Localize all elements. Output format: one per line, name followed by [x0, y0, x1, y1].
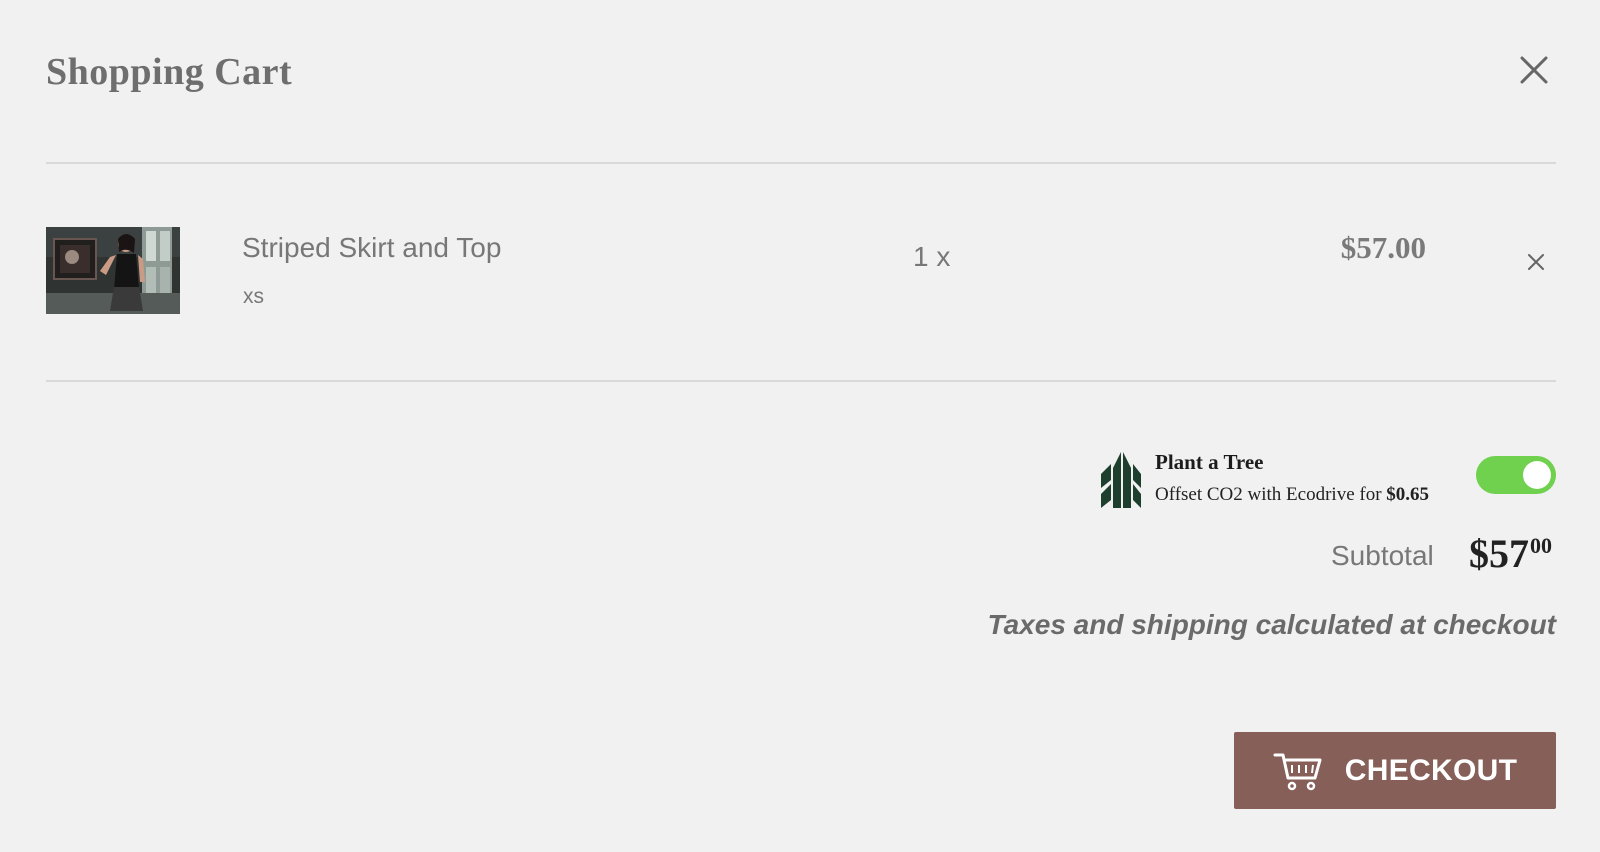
divider [46, 380, 1556, 382]
close-cart-button[interactable] [1516, 52, 1552, 88]
product-photo [46, 227, 180, 314]
plant-tree-title: Plant a Tree [1155, 450, 1264, 474]
product-name[interactable]: Striped Skirt and Top [242, 232, 501, 264]
close-icon [1520, 56, 1548, 84]
plant-tree-description: Offset CO2 with Ecodrive for $0.65 [1155, 484, 1429, 506]
tree-icon [1100, 452, 1142, 508]
product-image[interactable] [46, 227, 180, 314]
checkout-label: CHECKOUT [1344, 753, 1518, 787]
close-icon [1528, 254, 1544, 270]
tax-note: Taxes and shipping calculated at checkou… [987, 609, 1556, 640]
checkout-button[interactable]: CHECKOUT [1234, 732, 1556, 809]
cart-icon [1273, 753, 1322, 790]
subtotal-cents: 00 [1530, 533, 1552, 558]
product-variant: xs [243, 285, 264, 308]
product-quantity: 1 x [913, 241, 951, 272]
remove-item-button[interactable] [1524, 250, 1548, 274]
page-title: Shopping Cart [46, 51, 293, 93]
product-price: $57.00 [1340, 230, 1426, 265]
plant-tree-description-text: Offset CO2 with Ecodrive for [1155, 484, 1382, 505]
subtotal-value: $5700 [1469, 530, 1552, 577]
toggle-knob [1523, 461, 1551, 489]
subtotal-label: Subtotal [1331, 540, 1434, 571]
plant-tree-amount: $0.65 [1386, 484, 1430, 505]
divider [46, 162, 1556, 164]
subtotal-whole: $57 [1469, 531, 1529, 576]
plant-tree-toggle[interactable] [1476, 456, 1556, 494]
